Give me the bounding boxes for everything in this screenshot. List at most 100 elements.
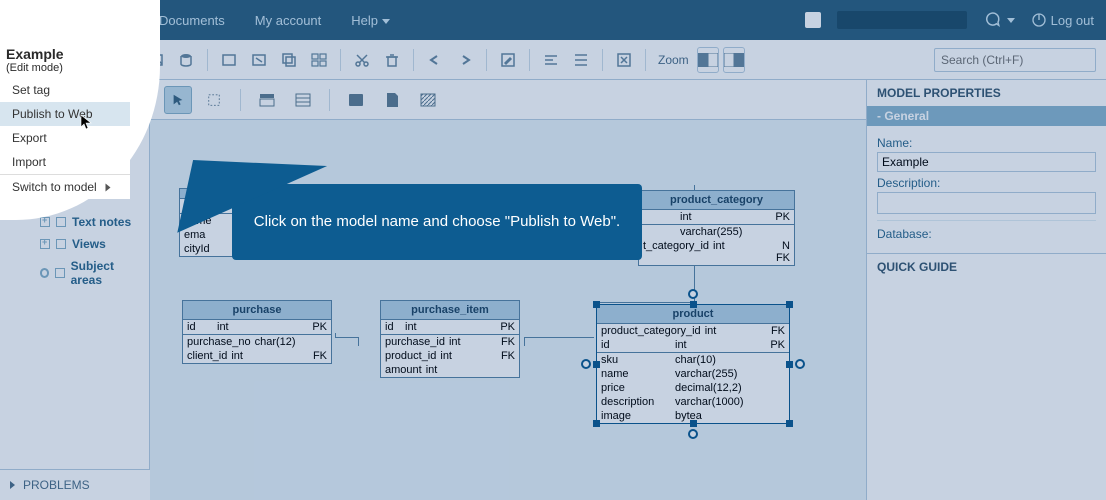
tb-zoom-split-right[interactable]	[723, 47, 745, 73]
divider	[877, 220, 1096, 221]
resize-handle[interactable]	[786, 420, 793, 427]
separator	[602, 49, 603, 71]
prop-db-label: Database:	[877, 227, 1096, 241]
entity-title: purchase_item	[381, 301, 519, 320]
tool-marquee[interactable]	[200, 86, 228, 114]
cursor-icon	[80, 114, 92, 130]
connector-handle[interactable]	[581, 359, 591, 369]
menu-item-switch-model[interactable]: Switch to model	[0, 174, 130, 199]
prop-name-label: Name:	[877, 136, 1096, 150]
nav-documents[interactable]: Documents	[159, 13, 225, 28]
user-name-placeholder	[837, 11, 967, 29]
tutorial-callout: Click on the model name and choose "Publ…	[232, 184, 642, 260]
expand-icon	[40, 217, 50, 227]
connector-handle[interactable]	[688, 429, 698, 439]
bullet-icon	[40, 268, 49, 278]
tb-fit-icon[interactable]	[611, 47, 637, 73]
tb-new-entity-icon[interactable]	[216, 47, 242, 73]
relationship-line	[524, 337, 525, 346]
tool-table-rows[interactable]	[289, 86, 317, 114]
tb-delete-entity-icon[interactable]	[246, 47, 272, 73]
entity-product-category[interactable]: product_category intPK varchar(255) t_ca…	[638, 190, 795, 266]
resize-handle[interactable]	[593, 420, 600, 427]
prop-desc-label: Description:	[877, 176, 1096, 190]
nav-right: Log out	[805, 11, 1094, 29]
folder-icon	[56, 239, 66, 249]
connector-handle[interactable]	[795, 359, 805, 369]
chevron-right-icon	[106, 184, 111, 192]
tool-area[interactable]	[414, 86, 442, 114]
resize-handle[interactable]	[593, 301, 600, 308]
entity-purchase[interactable]: purchase idintPK purchase_nochar(12) cli…	[182, 300, 332, 364]
avatar-icon[interactable]	[805, 12, 821, 28]
sidebar-tree: Text notes Views Subject areas	[0, 207, 149, 295]
menu-item-export[interactable]: Export	[0, 126, 130, 150]
entity-title: product_category	[639, 191, 794, 210]
folder-icon	[55, 268, 64, 278]
separator	[529, 49, 530, 71]
chevron-down-icon	[1007, 18, 1015, 23]
tb-multi-entity-icon[interactable]	[306, 47, 332, 73]
tool-table-header[interactable]	[253, 86, 281, 114]
tool-note[interactable]	[378, 86, 406, 114]
separator	[413, 49, 414, 71]
tb-align-left-icon[interactable]	[538, 47, 564, 73]
tb-undo-icon[interactable]	[422, 47, 448, 73]
properties-panel: MODEL PROPERTIES - General Name: Descrip…	[866, 80, 1106, 500]
properties-section-general[interactable]: - General	[867, 106, 1106, 126]
nav-chat-icon[interactable]	[983, 11, 1015, 29]
tb-trash-icon[interactable]	[379, 47, 405, 73]
relationship-line	[358, 337, 359, 346]
tb-sql-icon[interactable]	[173, 47, 199, 73]
tb-redo-icon[interactable]	[452, 47, 478, 73]
prop-name-input[interactable]	[877, 152, 1096, 172]
relationship-line	[594, 302, 695, 303]
separator	[240, 89, 241, 111]
separator	[329, 89, 330, 111]
canvas-toolbar	[150, 80, 866, 120]
tb-distribute-icon[interactable]	[568, 47, 594, 73]
callout-text: Click on the model name and choose "Publ…	[254, 213, 620, 230]
logout-label: Log out	[1051, 13, 1094, 28]
model-context-menu: Set tag Publish to Web Export Import Swi…	[0, 78, 130, 199]
top-nav: Vertabelo Documents My account Help Log …	[0, 0, 1106, 40]
main-toolbar: Zoom	[0, 40, 1106, 80]
nav-my-account[interactable]: My account	[255, 13, 321, 28]
menu-item-publish-to-web[interactable]: Publish to Web	[0, 102, 130, 126]
folder-icon	[56, 217, 66, 227]
tb-cut-icon[interactable]	[349, 47, 375, 73]
resize-handle[interactable]	[786, 301, 793, 308]
tool-view[interactable]	[342, 86, 370, 114]
tb-edit-icon[interactable]	[495, 47, 521, 73]
chevron-right-icon	[10, 481, 15, 489]
tool-pointer[interactable]	[164, 86, 192, 114]
connector-handle[interactable]	[688, 289, 698, 299]
quick-guide-header[interactable]: QUICK GUIDE	[867, 253, 1106, 280]
problems-panel-header[interactable]: PROBLEMS	[0, 469, 150, 500]
entity-title: purchase	[183, 301, 331, 320]
menu-item-import[interactable]: Import	[0, 150, 130, 174]
resize-handle[interactable]	[593, 361, 600, 368]
sidebar-item-views[interactable]: Views	[0, 233, 149, 255]
model-name-dropdown[interactable]: Example (Edit mode)	[6, 46, 64, 74]
zoom-label: Zoom	[658, 53, 689, 67]
menu-item-set-tag[interactable]: Set tag	[0, 78, 130, 102]
search-input[interactable]	[934, 48, 1096, 72]
tb-copy-entity-icon[interactable]	[276, 47, 302, 73]
resize-handle[interactable]	[786, 361, 793, 368]
tb-zoom-split-left[interactable]	[697, 47, 719, 73]
entity-purchase-item[interactable]: purchase_item idintPK purchase_idintFK p…	[380, 300, 520, 378]
resize-handle[interactable]	[690, 420, 697, 427]
prop-desc-input[interactable]	[877, 192, 1096, 214]
nav-help[interactable]: Help	[351, 13, 390, 28]
search-box	[934, 48, 1096, 72]
separator	[486, 49, 487, 71]
expand-icon	[40, 239, 50, 249]
resize-handle[interactable]	[690, 301, 697, 308]
relationship-line	[335, 337, 358, 338]
relationship-line	[524, 337, 594, 338]
separator	[207, 49, 208, 71]
nav-logout[interactable]: Log out	[1031, 12, 1094, 28]
sidebar-item-subjectareas[interactable]: Subject areas	[0, 255, 149, 291]
entity-product[interactable]: product product_category_idintFK idintPK…	[596, 304, 790, 424]
